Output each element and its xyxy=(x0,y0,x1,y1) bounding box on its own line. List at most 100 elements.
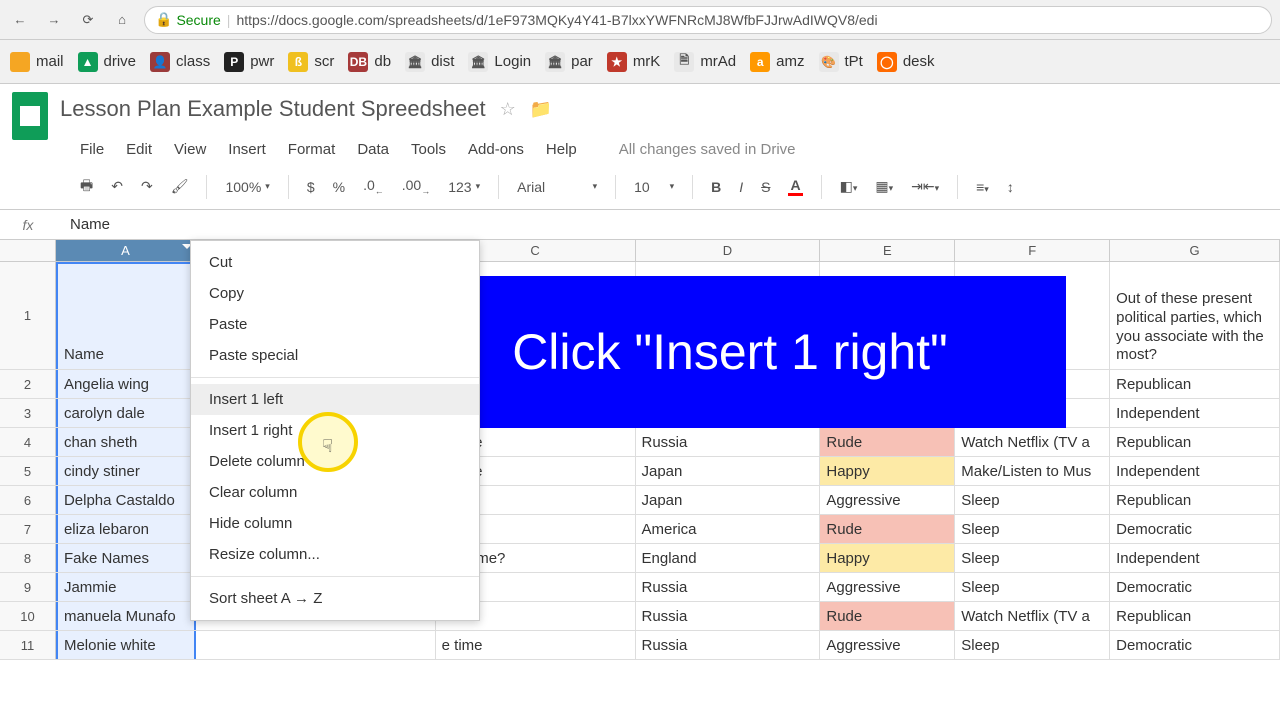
zoom-select[interactable]: 100% ▾ xyxy=(225,179,269,195)
menu-help[interactable]: Help xyxy=(546,141,577,158)
cell[interactable]: Sleep xyxy=(955,515,1110,543)
cell[interactable]: Make/Listen to Mus xyxy=(955,457,1110,485)
column-header-G[interactable]: G xyxy=(1110,240,1280,261)
star-icon[interactable]: ☆ xyxy=(500,99,516,120)
cell[interactable]: carolyn dale xyxy=(56,399,196,427)
borders-button[interactable]: ▦▾ xyxy=(875,178,893,195)
cell[interactable]: Republican xyxy=(1110,602,1280,630)
cell[interactable]: Russia xyxy=(636,428,821,456)
row-header[interactable]: 11 xyxy=(0,631,56,659)
bookmark-tPt[interactable]: 🎨tPt xyxy=(819,52,863,72)
cell[interactable]: Independent xyxy=(1110,544,1280,572)
cell[interactable]: Russia xyxy=(636,573,821,601)
bookmark-Login[interactable]: 🏛Login xyxy=(468,52,531,72)
row-header[interactable]: 6 xyxy=(0,486,56,514)
cell[interactable]: Sleep xyxy=(955,486,1110,514)
column-header-F[interactable]: F xyxy=(955,240,1110,261)
cell[interactable]: Democratic xyxy=(1110,515,1280,543)
cell[interactable]: Jammie xyxy=(56,573,196,601)
strikethrough-button[interactable]: S xyxy=(761,179,770,195)
font-size-select[interactable]: 10 ▾ xyxy=(634,179,674,195)
column-header-E[interactable]: E xyxy=(820,240,955,261)
cell[interactable]: Sleep xyxy=(955,573,1110,601)
sheets-logo-icon[interactable] xyxy=(12,92,48,140)
menu-format[interactable]: Format xyxy=(288,141,336,158)
cell[interactable]: Melonie white xyxy=(56,631,196,659)
cell[interactable]: Happy xyxy=(820,457,955,485)
v-align-button[interactable]: ↕ xyxy=(1007,179,1014,195)
cell[interactable]: Happy xyxy=(820,544,955,572)
cell[interactable]: Democratic xyxy=(1110,573,1280,601)
bold-button[interactable]: B xyxy=(711,179,721,195)
decrease-decimal-button[interactable]: .0← xyxy=(363,177,384,196)
cell[interactable]: Republican xyxy=(1110,370,1280,398)
cell[interactable]: Republican xyxy=(1110,428,1280,456)
cell[interactable]: Watch Netflix (TV a xyxy=(955,428,1110,456)
cell[interactable]: Sleep xyxy=(955,544,1110,572)
reload-button[interactable]: ⟳ xyxy=(76,8,100,32)
cell[interactable]: cindy stiner xyxy=(56,457,196,485)
cell[interactable]: Rude xyxy=(820,602,955,630)
cell[interactable]: eliza lebaron xyxy=(56,515,196,543)
column-header-D[interactable]: D xyxy=(636,240,821,261)
bookmark-desk[interactable]: ◯desk xyxy=(877,52,935,72)
row-header[interactable]: 10 xyxy=(0,602,56,630)
menu-view[interactable]: View xyxy=(174,141,206,158)
context-menu-item-insert-1-left[interactable]: Insert 1 left xyxy=(191,384,479,415)
currency-button[interactable]: $ xyxy=(307,179,315,195)
back-button[interactable]: ← xyxy=(8,8,32,32)
cell[interactable]: manuela Munafo xyxy=(56,602,196,630)
select-all-corner[interactable] xyxy=(0,240,56,261)
text-color-button[interactable]: A xyxy=(788,177,802,196)
spreadsheet-grid[interactable]: A B C D E F G 1NameIf you were to rule a… xyxy=(0,240,1280,660)
cell[interactable]: Russia xyxy=(636,602,821,630)
menu-insert[interactable]: Insert xyxy=(228,141,266,158)
cell[interactable]: Democratic xyxy=(1110,631,1280,659)
cell[interactable]: Watch Netflix (TV a xyxy=(955,602,1110,630)
bookmark-mrAd[interactable]: 🗎mrAd xyxy=(674,52,736,72)
cell[interactable]: Japan xyxy=(636,457,821,485)
bookmark-par[interactable]: 🏛par xyxy=(545,52,593,72)
cell[interactable]: America xyxy=(636,515,821,543)
row-header[interactable]: 2 xyxy=(0,370,56,398)
cell[interactable]: Angelia wing xyxy=(56,370,196,398)
fill-color-button[interactable]: ◧▾ xyxy=(840,178,858,195)
row-header[interactable]: 9 xyxy=(0,573,56,601)
increase-decimal-button[interactable]: .00→ xyxy=(402,177,430,196)
cell[interactable]: Name xyxy=(56,262,196,369)
cell[interactable]: Sleep xyxy=(955,631,1110,659)
cell[interactable]: England xyxy=(636,544,821,572)
context-menu-item-cut[interactable]: Cut xyxy=(191,247,479,278)
bookmark-db[interactable]: DBdb xyxy=(348,52,391,72)
forward-button[interactable]: → xyxy=(42,8,66,32)
context-menu-item-clear-column[interactable]: Clear column xyxy=(191,477,479,508)
context-menu-item-paste[interactable]: Paste xyxy=(191,309,479,340)
bookmark-scr[interactable]: ßscr xyxy=(288,52,334,72)
number-format-select[interactable]: 123 ▾ xyxy=(448,179,480,195)
row-header[interactable]: 3 xyxy=(0,399,56,427)
row-header[interactable]: 5 xyxy=(0,457,56,485)
cell[interactable]: Aggressive xyxy=(820,486,955,514)
context-menu-item-resize-column-[interactable]: Resize column... xyxy=(191,539,479,570)
bookmark-drive[interactable]: ▲drive xyxy=(78,52,137,72)
row-header[interactable]: 7 xyxy=(0,515,56,543)
cell[interactable]: Delpha Castaldo xyxy=(56,486,196,514)
cell[interactable]: Out of these present political parties, … xyxy=(1110,262,1280,369)
menu-add-ons[interactable]: Add-ons xyxy=(468,141,524,158)
bookmark-mrK[interactable]: ★mrK xyxy=(607,52,661,72)
bookmark-mail[interactable]: mail xyxy=(10,52,64,72)
row-header[interactable]: 1 xyxy=(0,262,56,369)
cell[interactable]: Russia xyxy=(636,631,821,659)
cell[interactable]: Rude xyxy=(820,515,955,543)
document-title[interactable]: Lesson Plan Example Student Spreedsheet xyxy=(60,96,486,122)
cell[interactable]: Independent xyxy=(1110,399,1280,427)
menu-tools[interactable]: Tools xyxy=(411,141,446,158)
menu-data[interactable]: Data xyxy=(357,141,389,158)
context-menu-item-copy[interactable]: Copy xyxy=(191,278,479,309)
percent-button[interactable]: % xyxy=(333,179,345,195)
bookmark-amz[interactable]: aamz xyxy=(750,52,804,72)
undo-icon[interactable]: ↶ xyxy=(111,178,123,195)
paint-format-icon[interactable]: 🖌 xyxy=(171,178,189,195)
italic-button[interactable]: I xyxy=(739,179,743,195)
bookmark-pwr[interactable]: Ppwr xyxy=(224,52,274,72)
